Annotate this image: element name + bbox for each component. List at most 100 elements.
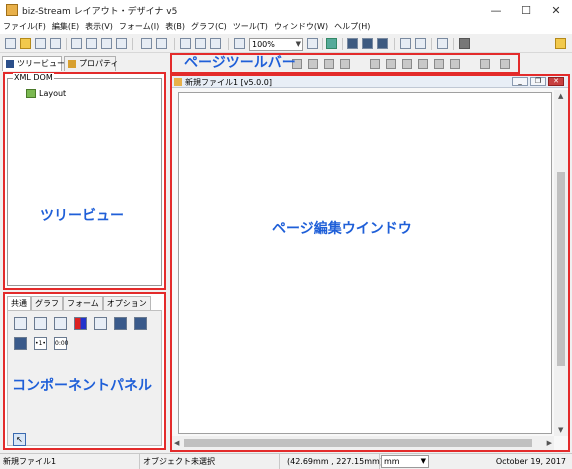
- tab-common[interactable]: 共通: [7, 296, 31, 310]
- scroll-left-icon[interactable]: ◀: [174, 439, 179, 447]
- app-icon: [6, 4, 18, 16]
- page-toolbar-annotation: ページツールバー: [184, 55, 296, 71]
- find-icon[interactable]: [400, 38, 411, 49]
- toolbar-separator: [174, 38, 175, 50]
- ruler-icon[interactable]: [362, 38, 373, 49]
- editor-minimize-button[interactable]: _: [512, 77, 528, 86]
- stop-icon[interactable]: [459, 38, 470, 49]
- menu-edit[interactable]: 編集(E): [49, 20, 82, 34]
- chevron-down-icon: ▼: [295, 40, 301, 48]
- object-icon[interactable]: [134, 317, 147, 330]
- menu-view[interactable]: 表示(V): [82, 20, 116, 34]
- scroll-down-icon[interactable]: ▼: [558, 426, 563, 434]
- tab-properties[interactable]: プロパティ: [64, 56, 119, 71]
- paste-icon[interactable]: [101, 38, 112, 49]
- note-icon[interactable]: [555, 38, 566, 49]
- edit-icon[interactable]: [326, 38, 337, 49]
- minimize-button[interactable]: —: [481, 0, 511, 20]
- editor-restore-button[interactable]: ❐: [530, 77, 546, 86]
- textbox-icon[interactable]: [34, 317, 47, 330]
- zoom-out-icon[interactable]: [307, 38, 318, 49]
- vertical-scrollbar[interactable]: ▲ ▼: [554, 90, 568, 436]
- barcode-icon[interactable]: [54, 317, 67, 330]
- table-icon[interactable]: [114, 317, 127, 330]
- scroll-right-icon[interactable]: ▶: [547, 439, 552, 447]
- status-coordinates: (42.69mm , 227.15mm): [284, 454, 383, 469]
- tree-view[interactable]: XML DOM Layout: [7, 73, 162, 286]
- align-bottom-icon[interactable]: [450, 59, 460, 69]
- align-middle-icon[interactable]: [434, 59, 444, 69]
- italic-icon[interactable]: [308, 59, 318, 69]
- fill-color-icon[interactable]: [480, 59, 490, 69]
- menu-bar: ファイル(F) 編集(E) 表示(V) フォーム(I) 表(B) グラフ(C) …: [0, 20, 572, 34]
- toolbar-separator: [394, 38, 395, 50]
- menu-form[interactable]: フォーム(I): [116, 20, 162, 34]
- menu-help[interactable]: ヘルプ(H): [331, 20, 373, 34]
- group-icon[interactable]: [14, 337, 27, 350]
- tool-icon[interactable]: [437, 38, 448, 49]
- copy-icon[interactable]: [71, 38, 82, 49]
- tree-view-icon: [6, 60, 14, 68]
- clock-icon[interactable]: 0:00: [54, 337, 68, 350]
- page-single-icon[interactable]: [180, 38, 191, 49]
- toolbar-separator: [453, 38, 454, 50]
- redo-icon[interactable]: [156, 38, 167, 49]
- new-file-icon[interactable]: [5, 38, 16, 49]
- save-icon[interactable]: [35, 38, 46, 49]
- tree-root-label: XML DOM: [13, 73, 54, 82]
- close-button[interactable]: ✕: [541, 0, 571, 20]
- maximize-button[interactable]: ☐: [511, 0, 541, 20]
- zoom-select[interactable]: 100% ▼: [249, 38, 303, 51]
- settings-icon[interactable]: [415, 38, 426, 49]
- page-preview-icon[interactable]: [210, 38, 221, 49]
- title-bar: biz-Stream レイアウト・デザイナ v5 — ☐ ✕: [0, 0, 572, 20]
- align-center-icon[interactable]: [386, 59, 396, 69]
- document-icon: [174, 78, 182, 86]
- menu-tools[interactable]: ツール(T): [230, 20, 271, 34]
- zoom-in-icon[interactable]: [234, 38, 245, 49]
- tree-view-panel: XML DOM Layout: [3, 72, 166, 290]
- border-icon[interactable]: [500, 59, 510, 69]
- image-icon[interactable]: [94, 317, 107, 330]
- font-smaller-icon[interactable]: [340, 59, 350, 69]
- left-panel-tabs: ツリービュー プロパティ: [2, 56, 167, 71]
- align-top-icon[interactable]: [418, 59, 428, 69]
- tab-tree-view[interactable]: ツリービュー: [2, 56, 65, 71]
- cut-icon[interactable]: [86, 38, 97, 49]
- vertical-scroll-thumb[interactable]: [557, 172, 565, 366]
- menu-graph[interactable]: グラフ(C): [188, 20, 230, 34]
- horizontal-scrollbar[interactable]: ◀ ▶: [172, 436, 554, 450]
- layout-icon: [26, 89, 36, 98]
- menu-file[interactable]: ファイル(F): [0, 20, 49, 34]
- tab-form[interactable]: フォーム: [63, 296, 103, 310]
- page-double-icon[interactable]: [195, 38, 206, 49]
- align-right-icon[interactable]: [402, 59, 412, 69]
- scroll-up-icon[interactable]: ▲: [558, 92, 563, 100]
- status-file-name: 新規ファイル1: [0, 454, 140, 469]
- menu-window[interactable]: ウィンドウ(W): [271, 20, 331, 34]
- horizontal-scroll-thumb[interactable]: [184, 439, 532, 447]
- tab-graph[interactable]: グラフ: [31, 296, 63, 310]
- chevron-down-icon: ▼: [420, 457, 426, 465]
- pointer-icon[interactable]: ↖: [13, 433, 26, 446]
- tree-item-layout[interactable]: Layout: [26, 89, 66, 98]
- grid-view-icon[interactable]: [347, 38, 358, 49]
- layout-view-icon[interactable]: [377, 38, 388, 49]
- counter-icon[interactable]: •1•: [34, 337, 47, 350]
- page-edit-window: 新規ファイル1 [v5.0.0] _ ❐ ✕ ▲ ▼ ◀ ▶: [170, 74, 570, 452]
- unit-select[interactable]: mm ▼: [381, 455, 429, 468]
- page-canvas[interactable]: [178, 92, 552, 434]
- text-icon[interactable]: [14, 317, 27, 330]
- tree-view-annotation: ツリービュー: [40, 208, 124, 224]
- editor-title-bar: 新規ファイル1 [v5.0.0] _ ❐ ✕: [172, 76, 568, 88]
- editor-close-button[interactable]: ✕: [548, 77, 564, 86]
- save-all-icon[interactable]: [50, 38, 61, 49]
- menu-table[interactable]: 表(B): [162, 20, 188, 34]
- align-left-icon[interactable]: [370, 59, 380, 69]
- tab-option[interactable]: オプション: [102, 296, 151, 310]
- delete-icon[interactable]: [116, 38, 127, 49]
- font-larger-icon[interactable]: [324, 59, 334, 69]
- undo-icon[interactable]: [141, 38, 152, 49]
- shape-icon[interactable]: [74, 317, 87, 330]
- open-folder-icon[interactable]: [20, 38, 31, 49]
